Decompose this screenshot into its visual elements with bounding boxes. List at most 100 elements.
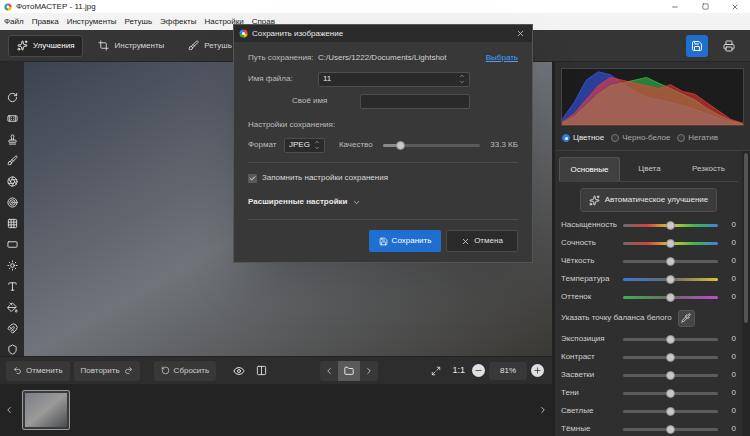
next-image-button[interactable] xyxy=(360,361,378,381)
tool-button[interactable] xyxy=(5,153,19,167)
advanced-settings-toggle[interactable]: Расширенные настройки xyxy=(248,193,518,211)
fit-button[interactable] xyxy=(427,362,445,380)
format-select[interactable]: JPEG xyxy=(284,138,325,153)
adjustment-slider[interactable] xyxy=(623,356,718,359)
scrollbar-thumb[interactable] xyxy=(744,153,748,323)
auto-enhance-button[interactable]: Автоматическое улучшение xyxy=(580,188,718,212)
undo-button[interactable]: Отменить xyxy=(6,361,70,381)
slider-thumb[interactable] xyxy=(666,353,675,362)
color-mode-radio[interactable]: Негатив xyxy=(677,132,718,144)
adjustment-slider[interactable] xyxy=(623,428,718,431)
tool-button[interactable] xyxy=(5,195,19,209)
adjustment-slider[interactable] xyxy=(623,242,718,245)
filmstrip-next-button[interactable] xyxy=(538,390,548,430)
open-folder-button[interactable] xyxy=(338,361,360,381)
color-mode-radio[interactable]: Цветное xyxy=(562,132,604,144)
file-name-select[interactable]: 11 xyxy=(318,72,470,87)
adjustment-slider[interactable] xyxy=(623,260,718,263)
slider-thumb[interactable] xyxy=(666,407,675,416)
slider-thumb[interactable] xyxy=(666,257,675,266)
toolbar-tab[interactable]: Улучшения xyxy=(8,35,83,57)
redo-button[interactable]: Повторить xyxy=(74,361,140,381)
format-row: ФорматJPEGКачество33.3 КБ xyxy=(248,136,518,154)
tool-button[interactable] xyxy=(5,132,19,146)
menu-item[interactable]: Правка xyxy=(32,18,59,26)
slider-value: 0 xyxy=(722,237,736,249)
print-icon xyxy=(723,40,735,52)
reset-icon xyxy=(161,366,170,375)
slider-thumb[interactable] xyxy=(666,371,675,380)
panel-scrollbar[interactable] xyxy=(742,151,750,436)
eyedropper-button[interactable] xyxy=(678,310,695,327)
menu-item[interactable]: Инструменты xyxy=(67,18,117,26)
slider-thumb[interactable] xyxy=(666,335,675,344)
zoom-out-button[interactable] xyxy=(472,364,485,377)
toolbar-tab[interactable]: Ретушь xyxy=(179,35,241,57)
adjustment-slider[interactable] xyxy=(623,410,718,413)
adjustment-slider[interactable] xyxy=(623,278,718,281)
slider-thumb[interactable] xyxy=(666,425,675,434)
thumbnail[interactable] xyxy=(22,390,70,430)
custom-name-input[interactable] xyxy=(360,94,470,109)
slider-row: Экспозиция0 xyxy=(561,330,736,348)
adjustment-slider[interactable] xyxy=(623,392,718,395)
format-value: JPEG xyxy=(289,139,310,151)
adjustment-list: Насыщенность0Сочность0Чёткость0Температу… xyxy=(555,216,742,436)
dialog-close-button[interactable] xyxy=(513,27,527,41)
tool-button[interactable] xyxy=(5,111,19,125)
tool-button[interactable] xyxy=(5,342,19,356)
adjustment-slider[interactable] xyxy=(623,224,718,227)
tool-button[interactable] xyxy=(5,90,19,104)
slider-label: Чёткость xyxy=(561,255,619,267)
actual-size-button[interactable]: 1:1 xyxy=(449,364,468,378)
tool-button[interactable] xyxy=(5,174,19,188)
panel-tab[interactable]: Цвета xyxy=(620,157,679,181)
prev-image-button[interactable] xyxy=(320,361,338,381)
color-mode-radio[interactable]: Черно-белое xyxy=(611,132,670,144)
reset-button[interactable]: Сбросить xyxy=(154,361,217,381)
tool-button[interactable] xyxy=(5,237,19,251)
choose-path-link[interactable]: Выбрать xyxy=(480,52,518,64)
minimize-button[interactable] xyxy=(660,0,690,13)
slider-value: 0 xyxy=(722,369,736,381)
menu-item[interactable]: Эффекты xyxy=(160,18,196,26)
menu-item[interactable]: Ретушь xyxy=(125,18,153,26)
filmstrip-prev-button[interactable] xyxy=(4,390,14,430)
adjustment-slider[interactable] xyxy=(623,338,718,341)
grid-icon xyxy=(7,218,18,229)
slider-thumb[interactable] xyxy=(666,293,675,302)
tool-button[interactable] xyxy=(5,279,19,293)
dialog-separator xyxy=(248,162,518,163)
stamp-icon xyxy=(7,134,18,145)
slider-thumb[interactable] xyxy=(666,239,675,248)
adjustment-slider[interactable] xyxy=(623,296,718,299)
remember-row[interactable]: Запомнить настройки сохранения xyxy=(248,171,518,185)
tool-button[interactable] xyxy=(5,258,19,272)
preview-button[interactable] xyxy=(230,362,248,380)
slider-thumb[interactable] xyxy=(666,389,675,398)
maximize-button[interactable] xyxy=(690,0,720,13)
save-button[interactable] xyxy=(686,35,708,57)
print-button[interactable] xyxy=(718,35,740,57)
tool-button[interactable] xyxy=(5,321,19,335)
adjustment-slider[interactable] xyxy=(623,374,718,377)
panel-tab[interactable]: Основные xyxy=(559,157,620,181)
save-confirm-button[interactable]: Сохранить xyxy=(369,230,441,252)
compare-button[interactable] xyxy=(252,362,270,380)
remember-checkbox[interactable] xyxy=(248,174,257,183)
zoom-value[interactable]: 81% xyxy=(489,362,527,380)
quality-slider[interactable] xyxy=(383,144,481,147)
tool-button[interactable] xyxy=(5,216,19,230)
toolbar-tab[interactable]: Инструменты xyxy=(89,35,173,57)
tool-button[interactable] xyxy=(5,300,19,314)
button-label: Сохранить xyxy=(392,235,432,247)
close-button[interactable] xyxy=(720,0,750,13)
menu-item[interactable]: Файл xyxy=(4,18,24,26)
slider-thumb[interactable] xyxy=(666,275,675,284)
quality-thumb[interactable] xyxy=(396,141,405,150)
slider-thumb[interactable] xyxy=(666,221,675,230)
cancel-button[interactable]: Отмена xyxy=(446,230,518,252)
zoom-in-button[interactable] xyxy=(531,364,544,377)
panel-tab[interactable]: Резкость xyxy=(679,157,738,181)
save-icon xyxy=(379,237,388,246)
